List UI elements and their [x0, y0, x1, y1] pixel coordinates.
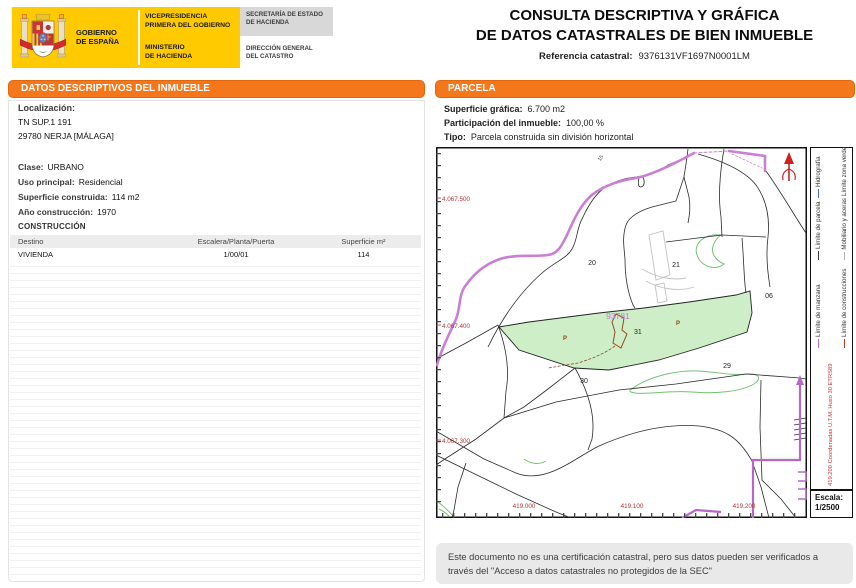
tipo-label: Tipo: [444, 132, 466, 142]
cell-destino: VIVIENDA [18, 250, 54, 259]
parcel-label-21: 21 [672, 262, 680, 269]
participacion-value: 100,00 % [566, 118, 605, 128]
y-axis-label-2: 4.067.400 [442, 323, 471, 330]
legend-label: Mobiliario y aceras [841, 198, 848, 250]
y-axis-label-3: 4.067.300 [442, 438, 471, 445]
cadastral-consulta-page: GOBIERNO DE ESPAÑA VICEPRESIDENCIA PRIME… [0, 0, 856, 588]
scale-label: Escala: [815, 493, 844, 502]
spain-coat-of-arms-icon [20, 11, 66, 58]
scale-value: 1/2500 [815, 503, 840, 512]
mobiliario-line-sample [844, 251, 845, 260]
legend-row-2: Límite de construcciones Mobiliario y ac… [841, 146, 848, 348]
parcel-label-31: 31 [634, 329, 642, 336]
parcela-section-header: PARCELA [435, 80, 855, 98]
hidrografia-line-sample [818, 189, 819, 198]
vicepresidencia-label: VICEPRESIDENCIA PRIMERA DEL GOBIERNO [145, 13, 231, 29]
tipo-value: Parcela construida sin división horizont… [470, 132, 634, 142]
legend-item-construcciones: Límite de construcciones [841, 260, 848, 348]
legend-item-manzana: Límite de manzana [815, 260, 822, 348]
title-line-1: CONSULTA DESCRIPTIVA Y GRÁFICA [509, 7, 780, 24]
empty-rows-stripes [10, 266, 421, 577]
cell-escalera: 1/00/01 [223, 250, 249, 259]
participacion-row: Participación del inmueble: 100,00 % [444, 116, 604, 130]
legend-rotated-content: 419.200 Coordenadas U.T.M. Huso 30 ETRS8… [812, 146, 851, 488]
uso-value: Residencial [78, 177, 123, 187]
inmueble-header-label: DATOS DESCRIPTIVOS DEL INMUEBLE [21, 83, 210, 94]
col-superficie: Superficie m² [341, 237, 386, 246]
p-marker-1: P [563, 336, 567, 342]
col-escalera: Escalera/Planta/Puerta [197, 237, 275, 246]
legend-row-1: Límite de manzana Límite de parcela Hidr… [815, 150, 822, 348]
legend-label: Límite zona verde [841, 146, 848, 196]
legend-item-zona-verde: Límite zona verde [841, 146, 848, 198]
p-marker-2: P [676, 321, 680, 327]
clase-label: Clase: [18, 162, 44, 172]
localizacion-line-1: TN SUP.1 191 [18, 117, 72, 127]
logo-divider [138, 10, 140, 65]
manzana-line-sample [818, 339, 819, 348]
legend-label: Límite de manzana [815, 284, 822, 337]
table-row: VIVIENDA 1/00/01 114 [10, 248, 421, 261]
map-legend: Límite de manzana Límite de parcela Hidr… [815, 146, 848, 348]
localizacion-label: Localización: [18, 103, 76, 113]
localizacion-line-2: 29780 NERJA [MÁLAGA] [18, 131, 114, 141]
construccion-title: CONSTRUCCIÓN [18, 222, 86, 231]
government-logo-block: GOBIERNO DE ESPAÑA VICEPRESIDENCIA PRIME… [12, 7, 240, 68]
cell-superficie: 114 [357, 250, 370, 259]
anio-row: Año construcción: 1970 [18, 202, 116, 220]
participacion-label: Participación del inmueble: [444, 118, 562, 128]
x-axis-label-3: 419.200 [733, 503, 756, 510]
direccion-general-label: DIRECCIÓN GENERAL DEL CATASTRO [246, 45, 313, 61]
x-axis-label-2: 419.100 [621, 503, 644, 510]
subject-parcel-ref-label: 93781 [606, 311, 630, 321]
tipo-row: Tipo: Parcela construida sin división hor… [444, 130, 633, 144]
legend-item-parcela: Límite de parcela [815, 198, 822, 260]
parcel-label-20: 20 [588, 260, 596, 267]
anio-value: 1970 [97, 207, 117, 217]
construccion-table: Destino Escalera/Planta/Puerta Superfici… [10, 235, 421, 261]
document-title: CONSULTA DESCRIPTIVA Y GRÁFICA DE DATOS … [436, 6, 853, 62]
superficie-grafica-label: Superficie gráfica: [444, 104, 523, 114]
ministerio-label: MINISTERIO DE HACIENDA [145, 44, 193, 60]
x-axis-label-1: 419.000 [513, 503, 536, 510]
col-destino: Destino [18, 237, 44, 246]
referencia-catastral: Referencia catastral: 9376131VF1697N0001L… [436, 51, 853, 62]
inmueble-section-header: DATOS DESCRIPTIVOS DEL INMUEBLE [8, 80, 425, 98]
secretaria-box: SECRETARÍA DE ESTADO DE HACIENDA [240, 7, 333, 36]
clase-value: URBANO [47, 162, 84, 172]
gobierno-de-espana-label: GOBIERNO DE ESPAÑA [76, 28, 120, 47]
parcel-label-06: 06 [765, 293, 773, 300]
utm-coordinates-note: 419.200 Coordenadas U.T.M. Huso 30 ETRS8… [828, 363, 834, 486]
superficie-grafica-row: Superficie gráfica: 6.700 m2 [444, 102, 565, 116]
superficie-grafica-value: 6.700 m2 [527, 104, 566, 114]
cadastral-map: 4.067.500 4.067.400 4.067.300 419.000 41… [436, 147, 807, 518]
title-line-2: DE DATOS CATASTRALES DE BIEN INMUEBLE [475, 27, 814, 44]
superficie-label: Superficie construida: [18, 192, 108, 202]
anio-label: Año construcción: [18, 207, 94, 217]
construccion-table-header: Destino Escalera/Planta/Puerta Superfici… [10, 235, 421, 248]
construcciones-line-sample [844, 339, 845, 348]
parcel-label-30: 30 [580, 378, 588, 385]
map-legend-column: 419.200 Coordenadas U.T.M. Huso 30 ETRS8… [810, 147, 853, 490]
legend-label: Límite de parcela [815, 201, 822, 249]
superficie-value: 114 m2 [111, 192, 140, 202]
referencia-label: Referencia catastral: [539, 51, 633, 62]
legend-label: Hidrografía [815, 156, 822, 187]
legend-item-mobiliario: Mobiliario y aceras [841, 198, 848, 260]
disclaimer-note: Este documento no es una certificación c… [436, 543, 853, 584]
referencia-value: 9376131VF1697N0001LM [638, 51, 750, 62]
legend-label: Límite de construcciones [841, 268, 848, 337]
parcela-header-label: PARCELA [448, 83, 496, 94]
uso-label: Uso principal: [18, 177, 75, 187]
y-axis-label-1: 4.067.500 [442, 196, 471, 203]
parcel-label-29: 29 [723, 363, 731, 370]
scale-box: Escala: 1/2500 [810, 490, 853, 518]
parcela-line-sample [818, 251, 819, 260]
legend-item-hidrografia: Hidrografía [815, 150, 822, 198]
